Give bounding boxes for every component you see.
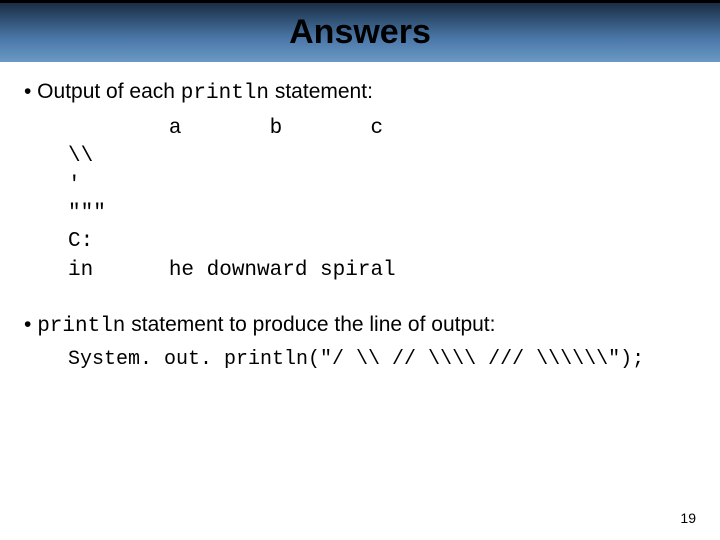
bullet2-suffix: statement to produce the line of output: <box>125 313 495 336</box>
bullet1-prefix: • Output of each <box>24 80 181 103</box>
bullet-println-produce: • println statement to produce the line … <box>24 313 696 338</box>
code-line: System. out. println("/ \\ // \\\\ /// \… <box>68 348 696 371</box>
slide-content: • Output of each println statement: a b … <box>0 62 720 371</box>
page-number: 19 <box>680 510 696 526</box>
bullet1-code: println <box>181 82 269 105</box>
bullet2-code: println <box>37 315 125 338</box>
bullet2-prefix: • <box>24 313 37 336</box>
bullet1-suffix: statement: <box>269 80 373 103</box>
bullet-output-of-each: • Output of each println statement: <box>24 80 696 105</box>
slide-header: Answers <box>0 0 720 62</box>
output-block: a b c \\ ' """ C: in he downward spiral <box>68 115 696 285</box>
slide-title: Answers <box>289 13 431 52</box>
